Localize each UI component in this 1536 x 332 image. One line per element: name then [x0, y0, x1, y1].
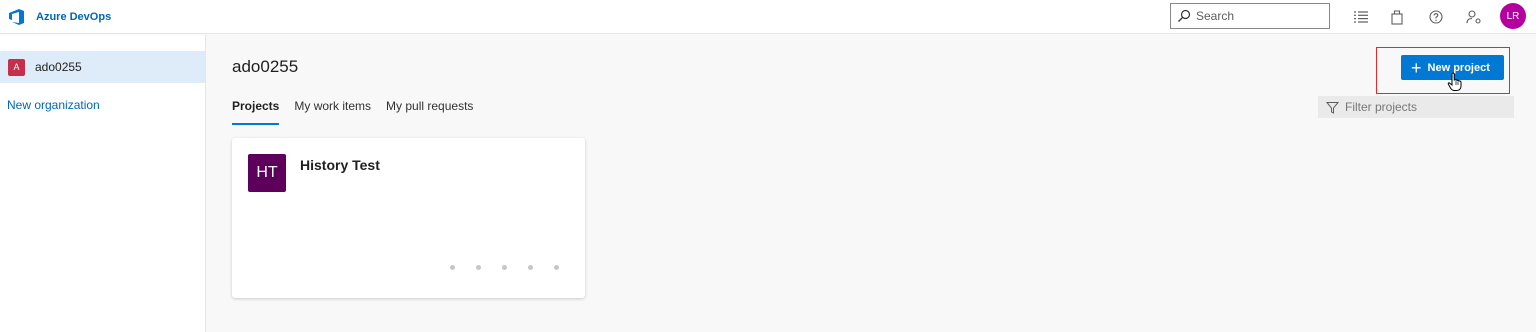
new-organization-link[interactable]: New organization: [7, 98, 100, 112]
status-dot: [476, 265, 481, 270]
tab-my-pull-requests[interactable]: My pull requests: [386, 99, 473, 125]
sidebar-item-organization[interactable]: A ado0255: [0, 51, 205, 83]
page-title: ado0255: [232, 57, 299, 76]
filter-box[interactable]: [1318, 96, 1514, 118]
search-icon: [1177, 9, 1191, 23]
project-card[interactable]: HT History Test: [232, 138, 585, 298]
status-dot: [528, 265, 533, 270]
project-badge: HT: [248, 154, 286, 192]
brand[interactable]: Azure DevOps: [8, 6, 111, 28]
help-icon[interactable]: [1425, 6, 1447, 28]
shopping-bag-icon[interactable]: [1386, 6, 1408, 28]
tab-projects[interactable]: Projects: [232, 99, 280, 125]
azure-devops-logo-icon: [8, 8, 26, 26]
project-name[interactable]: History Test: [300, 157, 380, 173]
status-dot: [502, 265, 507, 270]
top-bar: Azure DevOps Search LR: [0, 0, 1536, 34]
filter-projects-input[interactable]: [1345, 100, 1505, 114]
search-box[interactable]: [1170, 3, 1330, 29]
tab-bar: Projects My work items My pull requests: [232, 99, 488, 125]
plus-icon: +: [1411, 57, 1422, 78]
avatar[interactable]: LR: [1500, 3, 1526, 29]
list-icon[interactable]: [1350, 6, 1372, 28]
brand-name: Azure DevOps: [36, 11, 112, 23]
status-dot: [450, 265, 455, 270]
sidebar: A ado0255 New organization: [0, 35, 206, 332]
tab-my-work-items[interactable]: My work items: [294, 99, 371, 125]
hand-cursor-icon: [1447, 72, 1463, 92]
org-label: ado0255: [35, 60, 82, 74]
filter-icon: [1325, 101, 1340, 114]
search-input[interactable]: [1196, 9, 1326, 23]
org-badge: A: [8, 58, 25, 76]
card-status-dots: [450, 265, 580, 270]
user-settings-icon[interactable]: [1463, 6, 1485, 28]
status-dot: [554, 265, 559, 270]
